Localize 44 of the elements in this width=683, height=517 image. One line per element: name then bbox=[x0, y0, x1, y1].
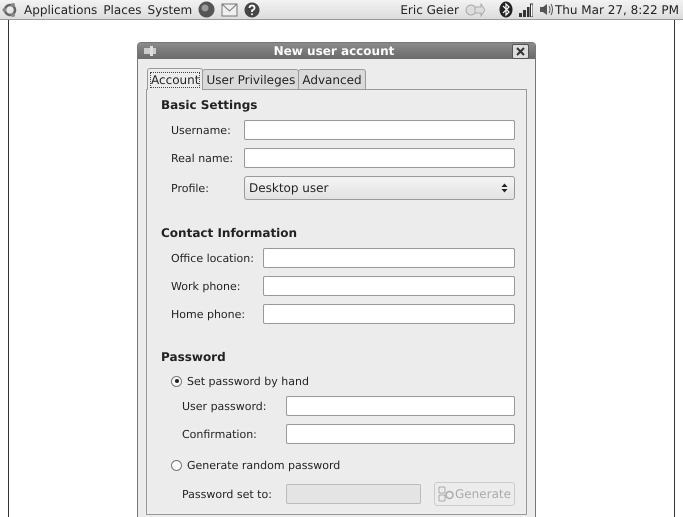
panel-menu[interactable]: Places bbox=[103, 2, 142, 16]
field-label: Confirmation: bbox=[181, 428, 258, 440]
speaker-icon[interactable] bbox=[538, 3, 553, 16]
field-label: Work phone: bbox=[170, 280, 242, 292]
tab[interactable]: Account bbox=[147, 68, 204, 90]
envelope-icon[interactable] bbox=[221, 1, 238, 18]
section-heading: Basic Settings bbox=[161, 97, 258, 114]
field-label: Password set to: bbox=[181, 488, 273, 500]
window-title: New user account bbox=[272, 44, 396, 58]
close-button[interactable] bbox=[512, 44, 529, 58]
input-field[interactable] bbox=[263, 304, 515, 324]
radio-button[interactable] bbox=[171, 460, 182, 470]
section-heading: Password bbox=[161, 349, 227, 366]
signal-icon[interactable] bbox=[518, 2, 533, 16]
input-field[interactable] bbox=[244, 120, 515, 140]
panel-menu[interactable]: Applications bbox=[24, 2, 98, 16]
tab[interactable]: Advanced bbox=[298, 69, 366, 89]
field-label: Profile: bbox=[170, 182, 210, 194]
section-heading: Contact Information bbox=[161, 225, 298, 242]
radio-option[interactable]: Generate random password bbox=[161, 456, 526, 474]
profile-dropdown[interactable]: Desktop user bbox=[244, 176, 515, 200]
panel-menu[interactable]: System bbox=[147, 2, 192, 16]
radio-button[interactable] bbox=[171, 376, 182, 386]
logo-icon[interactable] bbox=[2, 2, 18, 18]
bluetooth-icon[interactable] bbox=[498, 1, 513, 18]
clock[interactable]: Thu Mar 27, 8:22 PM bbox=[554, 2, 679, 16]
input-field[interactable] bbox=[286, 396, 515, 416]
radio-option[interactable]: Set password by hand bbox=[161, 372, 526, 390]
input-field[interactable] bbox=[244, 148, 515, 168]
input-field[interactable] bbox=[286, 424, 515, 444]
field-label: User password: bbox=[181, 400, 268, 412]
close-icon[interactable] bbox=[516, 46, 525, 56]
window-menu-icon[interactable] bbox=[144, 46, 156, 56]
input-field[interactable] bbox=[263, 248, 515, 268]
field-label: Home phone: bbox=[170, 308, 246, 320]
user-name[interactable]: Eric Geier bbox=[400, 2, 459, 16]
input-field[interactable] bbox=[263, 276, 515, 296]
field-label: Username: bbox=[170, 124, 232, 136]
help-icon[interactable] bbox=[244, 2, 260, 18]
spinner-arrows-icon bbox=[501, 183, 508, 193]
field-label: Real name: bbox=[170, 152, 234, 164]
tab[interactable]: User Privileges bbox=[202, 69, 300, 89]
field-label: Office location: bbox=[170, 252, 255, 264]
switch-user-icon[interactable] bbox=[464, 2, 485, 16]
